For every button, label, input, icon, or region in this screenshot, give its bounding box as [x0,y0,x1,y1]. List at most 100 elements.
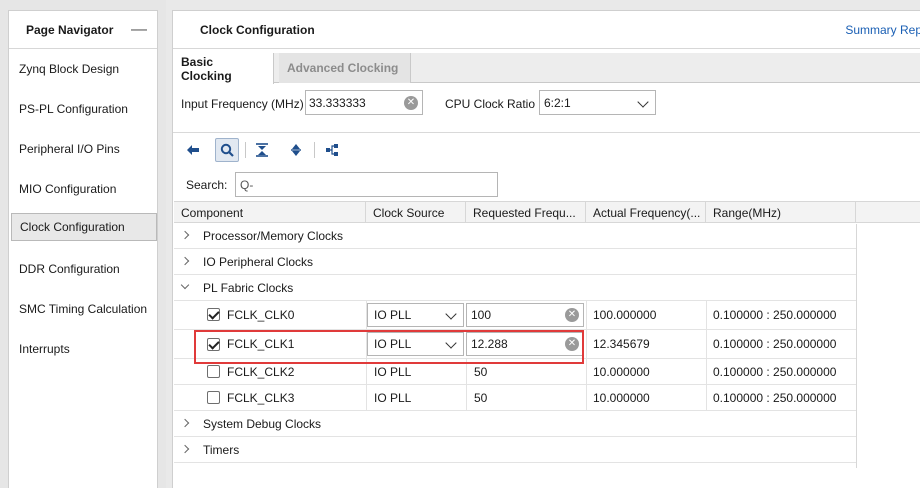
clock-source-value[interactable]: IO PLL [374,359,411,384]
requested-frequency-value[interactable]: 50 [474,359,487,384]
collapse-all-icon[interactable] [250,138,274,162]
table-row-io-peripheral-clocks[interactable]: IO Peripheral Clocks [174,249,857,275]
chevron-right-icon[interactable] [180,230,190,240]
cell-divider [586,301,587,329]
chevron-right-icon[interactable] [180,444,190,454]
table-row-system-debug-clocks[interactable]: System Debug Clocks [174,411,857,437]
cell-divider [706,359,707,384]
requested-frequency-value: 12.288 [471,337,508,351]
minimize-icon[interactable]: — [131,21,147,38]
range-value: 0.100000 : 250.000000 [713,308,837,322]
cpu-clock-ratio-select[interactable]: 6:2:1 [539,90,656,115]
actual-frequency: 100.000000 [593,308,657,322]
input-frequency-value: 33.333333 [309,95,366,110]
frequency-row: Input Frequency (MHz) 33.333333 ✕ CPU Cl… [173,89,920,121]
clock-source-select[interactable]: IO PLL [367,303,464,327]
cell-divider [366,359,367,384]
table-row-pl-fabric-clocks[interactable]: PL Fabric Clocks [174,275,857,301]
table-border [856,224,857,468]
clock-name: FCLK_CLK2 [227,364,295,379]
cell-divider [586,359,587,384]
range-value: 0.100000 : 250.000000 [713,390,837,405]
nav-item-zynq-block-design[interactable]: Zynq Block Design [11,55,157,83]
toolbar-separator [245,142,246,158]
search-input[interactable]: Q- [235,172,498,197]
nav-item-interrupts[interactable]: Interrupts [11,335,157,363]
back-arrow-icon[interactable] [181,138,205,162]
checkbox-icon[interactable] [207,365,220,378]
tab-advanced-clocking[interactable]: Advanced Clocking [279,53,411,83]
checkbox-icon[interactable] [207,391,220,404]
checkbox-icon[interactable] [207,308,220,321]
group-label: IO Peripheral Clocks [203,254,314,269]
nav-item-mio-configuration[interactable]: MIO Configuration [11,175,157,203]
search-row: Search: Q- [173,171,920,197]
group-label: PL Fabric Clocks [203,280,294,295]
page-navigator: Page Navigator — Zynq Block Design PS-PL… [0,0,166,488]
input-frequency-field[interactable]: 33.333333 ✕ [305,90,423,115]
clock-table: Component Clock Source Requested Frequ..… [174,201,920,463]
table-row-fclk-clk3: FCLK_CLK3 IO PLL 50 10.000000 0.100000 :… [174,385,857,411]
tab-bar: Basic Clocking Advanced Clocking [173,53,920,84]
requested-frequency-input[interactable]: 100 ✕ [466,303,584,327]
page-title: Clock Configuration [200,22,315,37]
column-header-requested-frequency[interactable]: Requested Frequ... [466,202,586,223]
range-value: 0.100000 : 250.000000 [713,337,837,351]
group-label: System Debug Clocks [203,416,322,431]
checkbox-icon[interactable] [207,338,220,351]
chevron-right-icon[interactable] [180,256,190,266]
table-toolbar [173,137,920,163]
divider [173,132,920,133]
cell-divider [466,385,467,410]
clock-source-value[interactable]: IO PLL [374,385,411,410]
chevron-right-icon[interactable] [180,418,190,428]
cpu-clock-ratio-label: CPU Clock Ratio [445,97,536,111]
clear-icon[interactable]: ✕ [404,96,418,110]
chevron-down-icon [637,96,649,108]
requested-frequency-value: 100 [471,308,492,322]
table-row-processor-memory-clocks[interactable]: Processor/Memory Clocks [174,223,857,249]
clear-icon[interactable]: ✕ [565,337,579,351]
expand-all-icon[interactable] [284,138,308,162]
group-label: Processor/Memory Clocks [203,228,344,243]
chevron-down-icon[interactable] [180,280,190,290]
navigator-title: Page Navigator [26,22,114,37]
search-placeholder: Q- [240,177,254,192]
table-row-fclk-clk0: FCLK_CLK0 IO PLL 100 ✕ 100.000000 0.1000… [174,301,857,330]
cell-divider [586,385,587,410]
column-header-component[interactable]: Component [174,202,366,223]
nav-item-peripheral-io-pins[interactable]: Peripheral I/O Pins [11,135,157,163]
actual-frequency: 10.000000 [593,390,650,405]
actual-frequency: 10.000000 [593,364,650,379]
tab-basic-clocking[interactable]: Basic Clocking [173,53,274,84]
clear-icon[interactable]: ✕ [565,308,579,322]
column-header-actual-frequency[interactable]: Actual Frequency(... [586,202,706,223]
requested-frequency-value[interactable]: 50 [474,385,487,410]
clock-name: FCLK_CLK1 [227,337,295,351]
cell-divider [586,330,587,358]
navigator-header: Page Navigator — [9,11,157,49]
requested-frequency-input[interactable]: 12.288 ✕ [466,332,584,356]
clock-source-value: IO PLL [374,337,412,351]
nav-item-ddr-configuration[interactable]: DDR Configuration [11,255,157,283]
nav-item-clock-configuration[interactable]: Clock Configuration [11,213,157,241]
panel-header: Clock Configuration Summary Rep [173,11,920,49]
column-header-range[interactable]: Range(MHz) [706,202,856,223]
column-header-clock-source[interactable]: Clock Source [366,202,466,223]
hierarchy-icon[interactable] [320,138,344,162]
cell-divider [466,359,467,384]
clock-name: FCLK_CLK3 [227,390,295,405]
search-icon[interactable] [215,138,239,162]
navigator-panel: Page Navigator — Zynq Block Design PS-PL… [8,10,158,488]
cpu-clock-ratio-value: 6:2:1 [544,95,571,110]
search-label: Search: [186,178,228,192]
clock-source-select[interactable]: IO PLL [367,332,464,356]
cell-divider [706,301,707,329]
summary-report-link[interactable]: Summary Rep [845,23,920,37]
table-row-timers[interactable]: Timers [174,437,857,463]
cell-divider [366,385,367,410]
nav-item-ps-pl-configuration[interactable]: PS-PL Configuration [11,95,157,123]
input-frequency-label: Input Frequency (MHz) [181,97,304,111]
nav-item-smc-timing-calculation[interactable]: SMC Timing Calculation [11,295,157,323]
clock-source-value: IO PLL [374,308,412,322]
